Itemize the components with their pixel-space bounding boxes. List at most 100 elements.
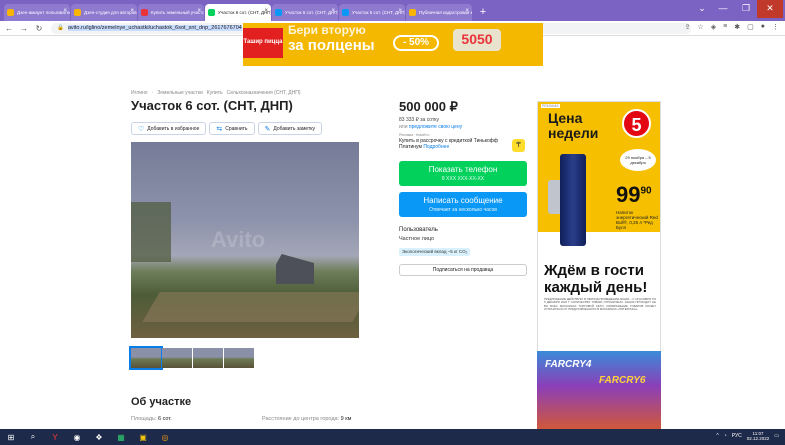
tab-label: Участок 6 сот. (СНТ, ДНП) на xyxy=(352,10,405,15)
maximize-button[interactable]: ❐ xyxy=(733,0,759,18)
banner-discount: - 50% xyxy=(393,35,439,51)
taskbar: ⊞ ⌕ Y ◉ ❖ ▦ ▣ ◎ xyxy=(0,429,785,445)
forward-icon[interactable]: → xyxy=(18,24,30,33)
tab-close-icon[interactable]: × xyxy=(63,8,67,14)
add-favorite-button[interactable]: ♡ Добавить в избранное xyxy=(131,122,207,135)
files-icon[interactable]: ▣ xyxy=(132,433,154,442)
add-note-button[interactable]: ✎ Добавить заметку xyxy=(257,122,323,135)
ad-dates: 29 ноября – 5 декабря xyxy=(620,149,656,171)
network-icon[interactable]: ◔ xyxy=(724,433,727,439)
breadcrumb: Иглино · Земельные участки Купить Сельхозназ… xyxy=(131,90,305,96)
notifications-icon[interactable]: ▭ xyxy=(774,433,779,439)
close-window-button[interactable]: ✕ xyxy=(757,0,783,18)
thumbnail[interactable] xyxy=(224,348,254,368)
pyaterochka-ad[interactable]: РЕКЛАМА Цена недели 5 29 ноября – 5 дека… xyxy=(537,101,661,353)
ad-slogan: Ждём в гости каждый день! xyxy=(544,262,648,296)
browser-tab[interactable]: Участок 6 сот. (СНТ, ДНП) ...× xyxy=(205,4,271,21)
show-phone-button[interactable]: Показать телефон 8 XXX XXX-XX-XX xyxy=(399,161,527,186)
offer-price: или предложите свою цену xyxy=(399,124,463,130)
banner-promo-code: 5050 xyxy=(453,29,501,51)
breadcrumb-item: · xyxy=(151,90,154,96)
panel-icon[interactable]: ▢ xyxy=(747,23,754,31)
tray-chevron-icon[interactable]: ^ xyxy=(716,433,718,439)
heart-icon: ♡ xyxy=(138,125,145,133)
excel-icon[interactable]: ▦ xyxy=(110,433,132,442)
breadcrumb-item[interactable]: Иглино xyxy=(131,90,148,96)
app-icon[interactable]: ❖ xyxy=(88,433,110,442)
compare-button[interactable]: ⇆ Сравнить xyxy=(209,122,255,135)
lock-icon: 🔒 xyxy=(57,25,64,31)
tab-label: Участок 6 сот. (СНТ, ДНП) на xyxy=(285,10,338,15)
search-icon[interactable]: ⌕ xyxy=(22,432,44,442)
tab-close-icon[interactable]: × xyxy=(465,8,469,14)
eco-badge[interactable]: Экологический вклад –5 кг CO₂ xyxy=(399,248,471,256)
can-image xyxy=(560,154,586,246)
browser-tab[interactable]: Дзен-аккаунт пользователя × xyxy=(4,4,70,21)
main-photo[interactable]: Avito xyxy=(131,142,359,338)
tab-close-icon[interactable]: × xyxy=(130,8,134,14)
breadcrumb-item[interactable]: Купить xyxy=(207,90,223,96)
browser-tab[interactable]: Публичная кадастровая карта× xyxy=(406,4,472,21)
thumbnail[interactable] xyxy=(162,348,192,368)
url-text: avito.ru/iglino/zemelnye_uchastki/uchast… xyxy=(67,25,242,31)
profile-icon[interactable]: ● xyxy=(761,23,765,31)
bookmark-star-icon[interactable]: ☆ xyxy=(698,23,704,31)
system-tray: ^ ◔ РУС 11:07 02.12.2022 ▭ xyxy=(716,431,779,441)
note-icon: ✎ xyxy=(264,125,271,133)
price: 500 000 ₽ xyxy=(399,99,458,114)
menu-icon[interactable]: ≡ xyxy=(723,23,727,31)
house-shape xyxy=(276,254,314,284)
puzzle-icon[interactable]: ✱ xyxy=(734,23,740,31)
more-icon[interactable]: ⋮ xyxy=(772,23,779,31)
toolbar-icons: ⇪ ☆ ◈ ≡ ✱ ▢ ● ⋮ xyxy=(685,23,779,31)
browser-tab[interactable]: Купить земельный участок СНТ× xyxy=(138,4,204,21)
ad-fine-print: ПРЕДЛОЖЕНИЕ ДЕЙСТВУЕТ В ПЕРИОД ПРОВЕДЕНИ… xyxy=(544,297,656,312)
browser-tab[interactable]: Дзен-студия для авторов × xyxy=(71,4,137,21)
share-icon[interactable]: ⇪ xyxy=(685,23,691,31)
browser-icon[interactable]: ◉ xyxy=(66,433,88,442)
extension-icon[interactable]: ◈ xyxy=(711,23,716,31)
tab-close-icon[interactable]: × xyxy=(264,8,268,14)
tab-label: Дзен-студия для авторов xyxy=(84,10,137,15)
distance-param: Расстояние до центра города: 9 км xyxy=(262,416,352,422)
breadcrumb-item[interactable]: Сельхозназначения (СНТ, ДНП) xyxy=(227,90,301,96)
tab-favicon-icon xyxy=(275,9,282,16)
browser-tab[interactable]: Участок 6 сот. (СНТ, ДНП) на× xyxy=(272,4,338,21)
farcry-ad[interactable]: FARCRY4 FARCRY6 xyxy=(537,351,661,429)
breadcrumb-item[interactable]: Земельные участки xyxy=(157,90,203,96)
credit-more-link[interactable]: Подробнее xyxy=(423,144,449,150)
reload-icon[interactable]: ↻ xyxy=(33,24,45,33)
price-per-sotka: 83 333 ₽ за сотку xyxy=(399,117,439,123)
windows-start-icon[interactable]: ⊞ xyxy=(0,433,22,442)
tab-favicon-icon xyxy=(342,9,349,16)
back-icon[interactable]: ← xyxy=(3,24,15,33)
seller-name[interactable]: Пользователь xyxy=(399,227,438,233)
photo-thumbnails xyxy=(129,346,254,370)
offer-price-link[interactable]: предложите свою цену xyxy=(409,124,462,130)
ad-label: РЕКЛАМА xyxy=(541,104,560,108)
browser-tab-bar: Дзен-аккаунт пользователя × Дзен-студия дл… xyxy=(0,0,785,21)
yandex-icon[interactable]: Y xyxy=(44,433,66,442)
chrome-icon[interactable]: ◎ xyxy=(154,433,176,442)
tab-label: Дзен-аккаунт пользователя xyxy=(17,10,70,15)
tab-favicon-icon xyxy=(74,9,81,16)
write-message-button[interactable]: Написать сообщение Отвечает за несколько… xyxy=(399,192,527,217)
tab-close-icon[interactable]: × xyxy=(398,8,402,14)
clock[interactable]: 11:07 02.12.2022 xyxy=(747,431,770,441)
page-content: Иглино · Земельные участки Купить Сельхозназ… xyxy=(0,66,785,429)
bank-logo-icon: ₸ xyxy=(512,139,525,152)
language-indicator[interactable]: РУС xyxy=(732,433,742,439)
thumbnail[interactable] xyxy=(129,346,163,370)
tab-favicon-icon xyxy=(409,9,416,16)
page-title: Участок 6 сот. (СНТ, ДНП) xyxy=(131,98,293,113)
tab-close-icon[interactable]: × xyxy=(197,8,201,14)
new-tab-button[interactable]: + xyxy=(476,5,490,19)
browser-tab[interactable]: Участок 6 сот. (СНТ, ДНП) на× xyxy=(339,4,405,21)
area-param: Площадь: 6 сот. xyxy=(131,416,172,422)
listing-actions: ♡ Добавить в избранное ⇆ Сравнить ✎ Добавит… xyxy=(131,122,323,135)
top-ad-banner[interactable]: Ташир пицца Бери вторую за полцены - 50%… xyxy=(243,23,543,66)
photo-watermark: Avito xyxy=(211,227,266,252)
subscribe-button[interactable]: Подписаться на продавца xyxy=(399,264,527,276)
tab-close-icon[interactable]: × xyxy=(331,8,335,14)
thumbnail[interactable] xyxy=(193,348,223,368)
